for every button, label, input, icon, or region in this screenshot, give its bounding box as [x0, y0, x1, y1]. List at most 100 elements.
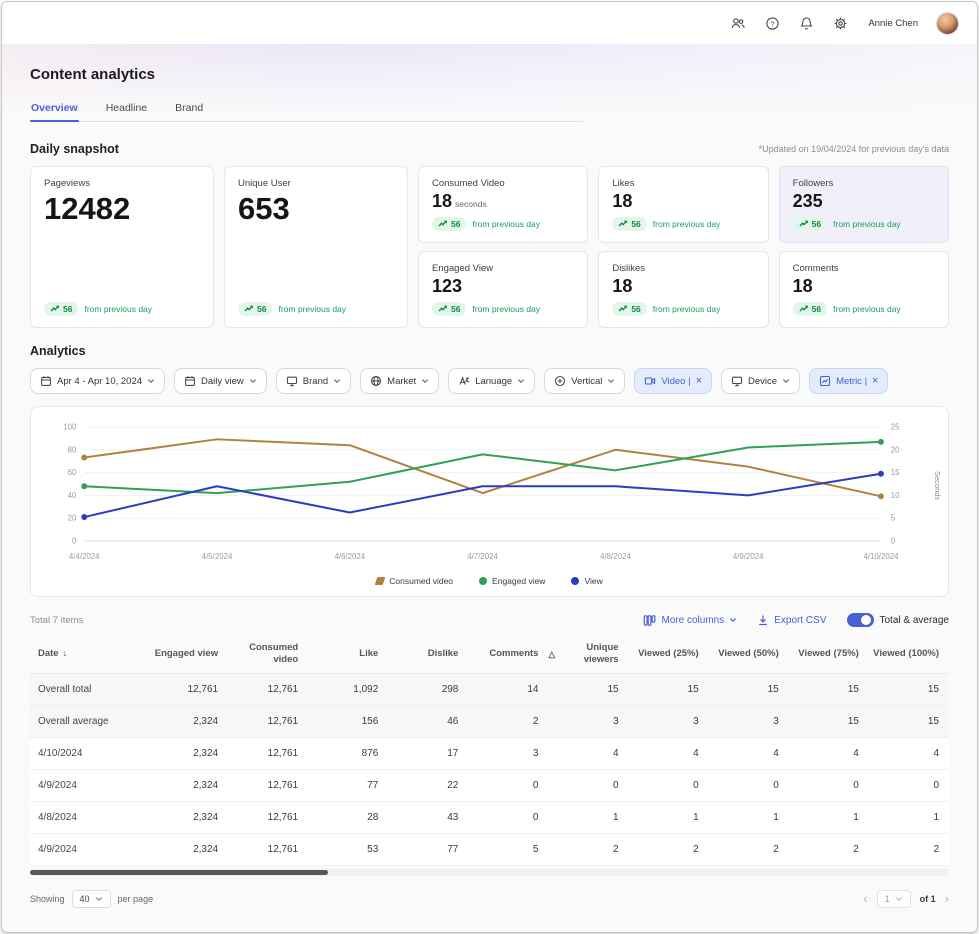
more-columns-button[interactable]: More columns [643, 614, 737, 627]
snapshot-cards: Pageviews 12482 56from previous day Uniq… [30, 166, 949, 324]
topbar: ? Annie Chen [2, 2, 977, 44]
legend-item-engaged-view[interactable]: Engaged view [479, 576, 545, 586]
tab-brand[interactable]: Brand [174, 97, 204, 121]
data-cell: 17 [388, 737, 468, 769]
export-csv-button[interactable]: Export CSV [757, 614, 826, 626]
card-pageviews: Pageviews 12482 56from previous day [30, 166, 214, 328]
filter-chip-apr-4-apr-10-2024[interactable]: Apr 4 - Apr 10, 2024 [30, 368, 165, 394]
data-cell: 1 [548, 801, 628, 833]
badge-suffix: from previous day [278, 304, 346, 314]
legend-label: Consumed video [389, 576, 453, 586]
legend-marker [375, 577, 386, 585]
bell-icon[interactable] [798, 15, 814, 31]
data-cell: 43 [388, 801, 468, 833]
column-header-viewed-75[interactable]: Viewed (75%) [789, 635, 869, 673]
badge-suffix: from previous day [833, 219, 901, 229]
card-unit: seconds [455, 199, 487, 209]
data-cell: 2,324 [148, 769, 228, 801]
svg-text:4/5/2024: 4/5/2024 [202, 552, 233, 561]
data-cell: 0 [709, 769, 789, 801]
row-label-cell: Overall average [30, 705, 148, 737]
chart-legend: Consumed video Engaged view View [35, 576, 944, 590]
data-cell: 0 [789, 769, 869, 801]
card-value: 235 [793, 192, 935, 211]
data-cell: 1 [629, 801, 709, 833]
trend-badge: 56 [432, 217, 466, 231]
tab-headline[interactable]: Headline [105, 97, 148, 121]
filter-label: Brand [303, 376, 328, 387]
next-page-icon[interactable]: › [945, 892, 949, 905]
card-label: Dislikes [612, 263, 754, 274]
row-label-cell: Overall total [30, 673, 148, 705]
column-header-like[interactable]: Like [308, 635, 388, 673]
filter-chip-video[interactable]: Video |× [634, 368, 712, 394]
line-chart: 02040608010005101520254/4/20244/5/20244/… [35, 417, 944, 567]
svg-text:40: 40 [68, 491, 77, 500]
per-page-select[interactable]: 40 [72, 890, 111, 908]
svg-text:5: 5 [891, 514, 896, 523]
prev-page-icon[interactable]: ‹ [863, 892, 867, 905]
badge-suffix: from previous day [833, 304, 901, 314]
help-icon[interactable]: ? [764, 15, 780, 31]
filter-chip-lanuage[interactable]: Lanuage [448, 368, 535, 394]
close-icon[interactable]: × [696, 376, 702, 387]
column-header-viewed-100[interactable]: Viewed (100%) [869, 635, 949, 673]
filter-chip-device[interactable]: Device [721, 368, 800, 394]
card-label: Consumed Video [432, 178, 574, 189]
legend-item-view[interactable]: View [571, 576, 602, 586]
data-cell: 12,761 [148, 673, 228, 705]
trend-up-icon [618, 219, 628, 228]
card-consumed-video: Consumed Video 18seconds 56from previous… [418, 166, 588, 243]
column-header-viewed-50[interactable]: Viewed (50%) [709, 635, 789, 673]
right-axis-label: Seconds [933, 471, 942, 500]
gear-icon[interactable] [832, 15, 848, 31]
trend-badge: 56 [793, 302, 827, 316]
close-icon[interactable]: × [872, 376, 878, 387]
page-select[interactable]: 1 [877, 890, 911, 908]
user-name[interactable]: Annie Chen [868, 18, 918, 29]
svg-text:80: 80 [68, 445, 77, 454]
horizontal-scrollbar[interactable] [30, 869, 949, 876]
data-cell: 15 [548, 673, 628, 705]
table-row: 4/10/20242,32412,76187617344444 [30, 737, 949, 769]
legend-marker [571, 577, 579, 585]
row-label-cell: 4/9/2024 [30, 833, 148, 865]
data-cell: 15 [869, 705, 949, 737]
filter-chip-market[interactable]: Market [360, 368, 439, 394]
column-header-date[interactable]: Date↓ [30, 635, 148, 673]
columns-icon [643, 614, 656, 627]
filter-chip-brand[interactable]: Brand [276, 368, 351, 394]
updated-note: *Updated on 19/04/2024 for previous day'… [759, 144, 949, 154]
trend-up-icon [799, 219, 809, 228]
column-header-consumed-video[interactable]: Consumed video [228, 635, 308, 673]
trend-badge: 56 [238, 302, 272, 316]
filter-chip-vertical[interactable]: Vertical [544, 368, 625, 394]
avatar[interactable] [936, 12, 959, 35]
page-title: Content analytics [30, 66, 949, 83]
scrollbar-thumb[interactable] [30, 870, 328, 875]
data-cell: 2 [709, 833, 789, 865]
legend-item-consumed-video[interactable]: Consumed video [376, 576, 453, 586]
data-cell: 2,324 [148, 833, 228, 865]
data-cell: 2,324 [148, 737, 228, 769]
svg-text:4/7/2024: 4/7/2024 [467, 552, 498, 561]
tab-overview[interactable]: Overview [30, 97, 79, 121]
data-cell: 46 [388, 705, 468, 737]
people-icon[interactable] [730, 15, 746, 31]
column-header-engaged-view[interactable]: Engaged view [148, 635, 228, 673]
column-header-comments[interactable]: Comments [468, 635, 548, 673]
filter-label: Metric | [836, 376, 867, 387]
column-header-dislike[interactable]: Dislike [388, 635, 468, 673]
column-header-viewed-25[interactable]: Viewed (25%) [629, 635, 709, 673]
data-cell: 22 [388, 769, 468, 801]
data-cell: 3 [468, 737, 548, 769]
filter-chip-daily-view[interactable]: Daily view [174, 368, 267, 394]
filter-chip-metric[interactable]: Metric | × [809, 368, 888, 394]
total-average-toggle[interactable] [847, 613, 874, 627]
chevron-down-icon [895, 896, 903, 902]
metric-icon [819, 375, 831, 387]
column-header-unique-viewers[interactable]: △Unique viewers [548, 635, 628, 673]
data-cell: 0 [468, 801, 548, 833]
data-cell: 12,761 [228, 801, 308, 833]
analytics-table: Date↓Engaged viewConsumed videoLikeDisli… [30, 635, 949, 866]
